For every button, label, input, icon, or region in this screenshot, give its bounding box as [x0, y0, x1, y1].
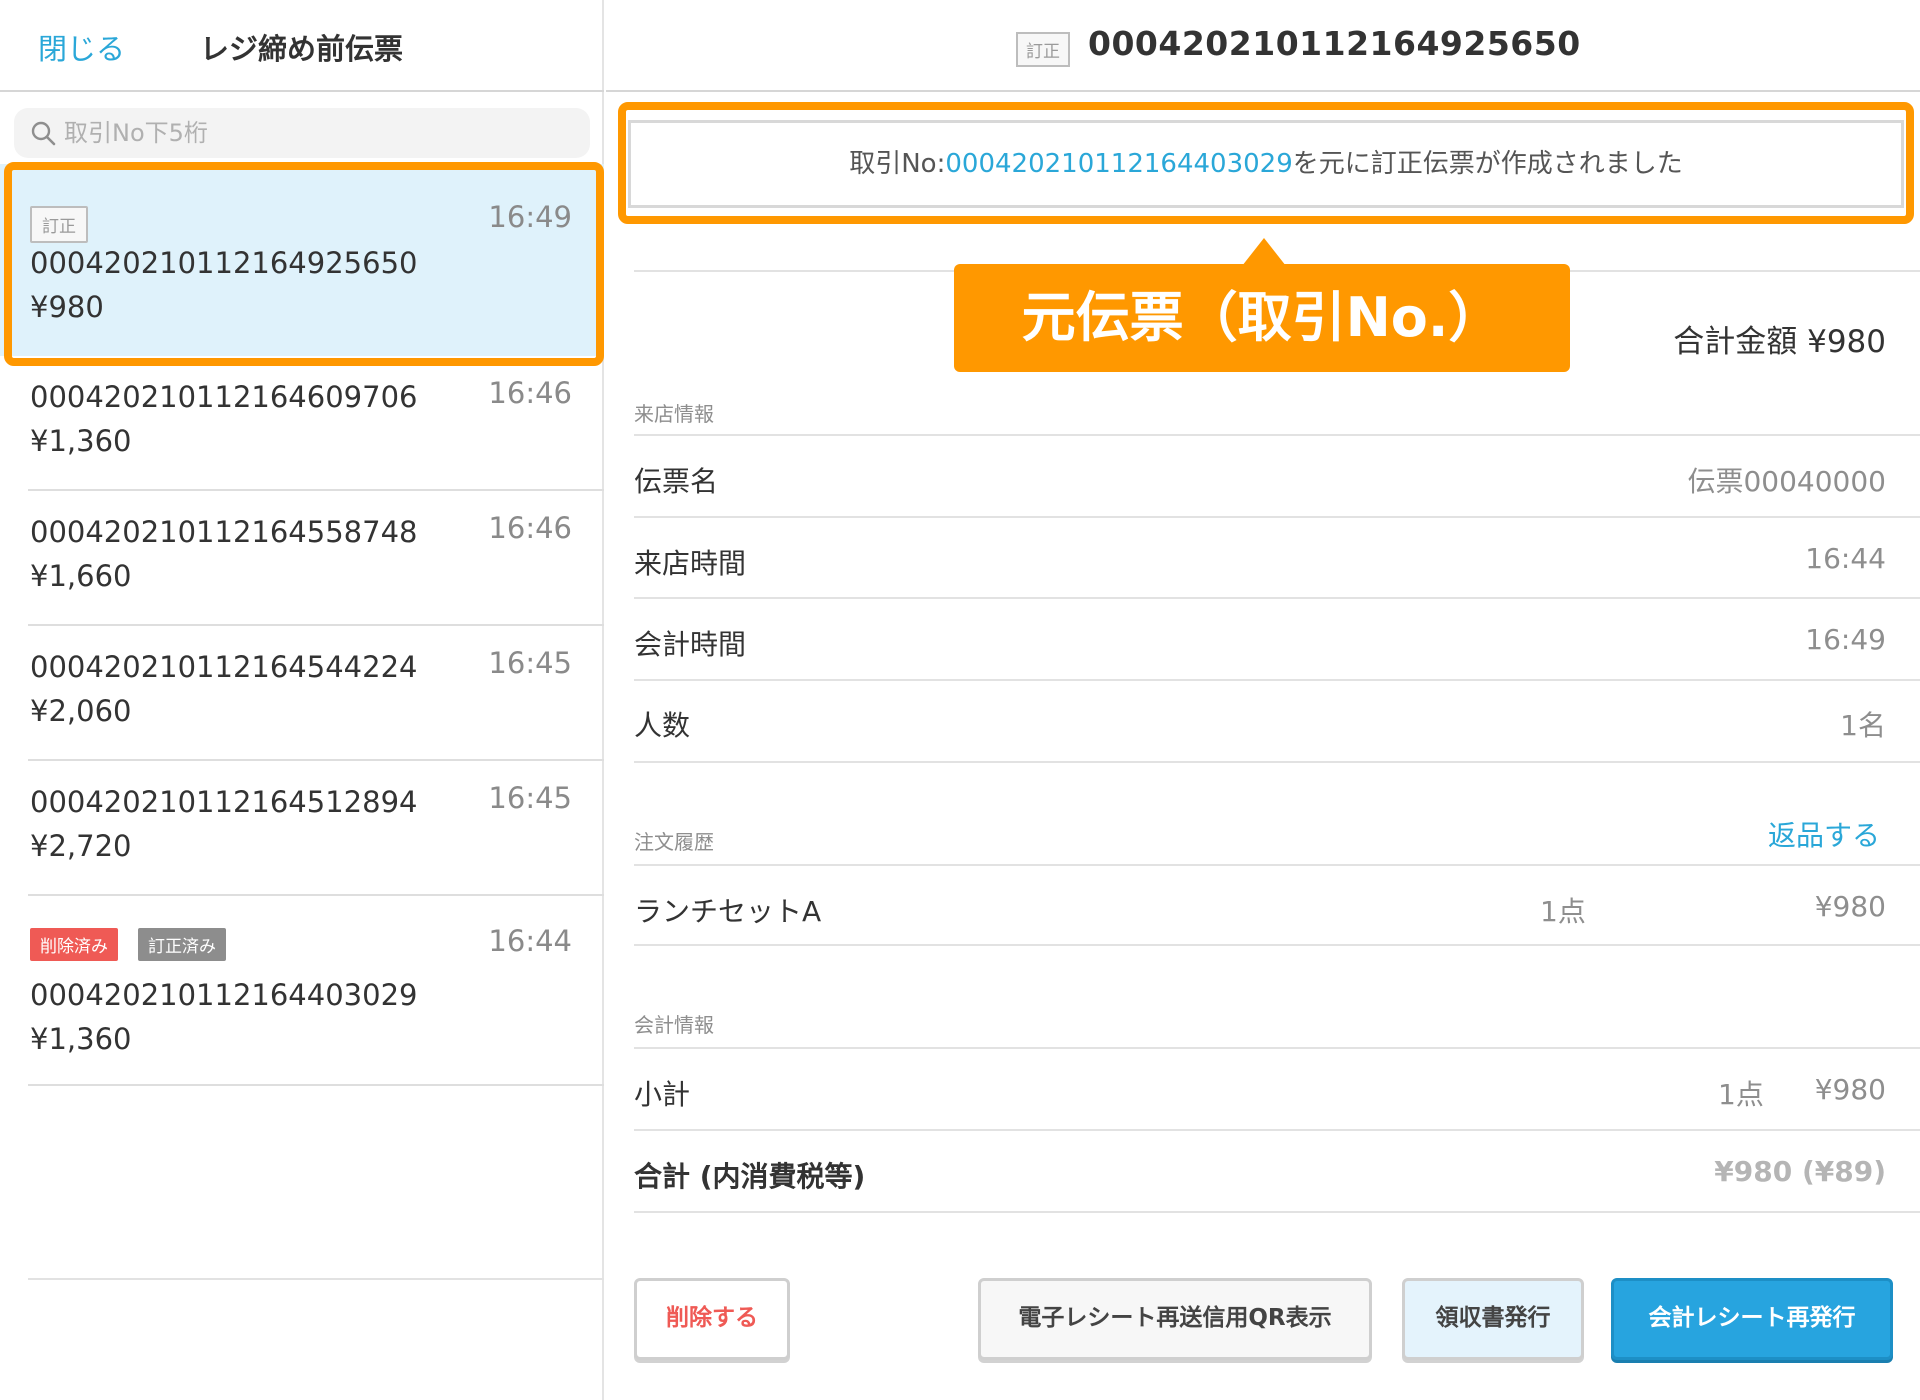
divider: [634, 1211, 1920, 1213]
transaction-time: 16:44: [488, 924, 572, 958]
search-box: [14, 108, 590, 158]
delete-button[interactable]: 削除する: [634, 1278, 790, 1360]
slip-name-value: 伝票00040000: [1687, 465, 1886, 498]
transaction-title: 000420210112164925650: [1088, 24, 1581, 63]
transaction-number: 000420210112164558748: [30, 515, 418, 549]
transaction-row[interactable]: 16:45 000420210112164512894 ¥2,720: [28, 761, 604, 896]
transaction-detail-pane: 訂正 000420210112164925650 取引No:0004202101…: [606, 0, 1920, 1400]
subtotal-label: 小計: [634, 1078, 691, 1111]
divider: [634, 597, 1920, 599]
transaction-row-selected[interactable]: 訂正 16:49 000420210112164925650 ¥980: [0, 164, 604, 356]
transaction-amount: ¥1,360: [30, 424, 132, 458]
divider: [634, 761, 1920, 763]
total-amount: 合計金額 ¥980: [1673, 324, 1886, 360]
order-item-price: ¥980: [1814, 890, 1886, 923]
callout-arrow: [1242, 238, 1286, 266]
guest-count-label: 人数: [634, 709, 691, 742]
right-header: 訂正 000420210112164925650: [606, 0, 1920, 92]
transaction-time: 16:46: [488, 376, 572, 410]
order-history-section-label: 注文履歴: [634, 830, 714, 854]
transaction-row[interactable]: 削除済み 訂正済み 16:44 000420210112164403029 ¥1…: [28, 896, 604, 1086]
visit-time-value: 16:44: [1805, 542, 1886, 575]
left-header: 閉じる レジ締め前伝票: [0, 0, 604, 92]
corrected-tag: 訂正済み: [138, 928, 226, 961]
transaction-row[interactable]: 16:46 000420210112164558748 ¥1,660: [28, 491, 604, 626]
payment-info-section-label: 会計情報: [634, 1013, 714, 1037]
divider: [28, 1278, 604, 1280]
slip-name-label: 伝票名: [634, 465, 719, 498]
total-tax-value: ¥980 (¥89): [1714, 1155, 1886, 1188]
notice-prefix: 取引No:: [849, 149, 946, 179]
visit-info-section-label: 来店情報: [634, 402, 714, 426]
correction-notice: 取引No:000420210112164403029を元に訂正伝票が作成されまし…: [628, 120, 1904, 208]
transaction-list-pane: 閉じる レジ締め前伝票 訂正 16:49 0004202101121649256…: [0, 0, 604, 1400]
transaction-time: 16:45: [488, 646, 572, 680]
issue-receipt-button[interactable]: 領収書発行: [1402, 1278, 1584, 1360]
original-transaction-link[interactable]: 000420210112164403029: [945, 149, 1292, 179]
transaction-number: 000420210112164512894: [30, 785, 418, 819]
transaction-number: 000420210112164609706: [30, 380, 418, 414]
transaction-number: 000420210112164544224: [30, 650, 418, 684]
divider: [634, 864, 1920, 866]
deleted-tag: 削除済み: [30, 928, 118, 961]
transaction-amount: ¥1,660: [30, 559, 132, 593]
visit-time-label: 来店時間: [634, 547, 747, 580]
checkout-time-label: 会計時間: [634, 628, 747, 661]
divider: [634, 679, 1920, 681]
search-input[interactable]: [64, 108, 574, 158]
transaction-number: 000420210112164403029: [30, 978, 418, 1012]
transaction-row[interactable]: 16:45 000420210112164544224 ¥2,060: [28, 626, 604, 761]
close-button[interactable]: 閉じる: [38, 26, 125, 68]
transaction-time: 16:49: [488, 200, 572, 234]
search-icon: [31, 121, 56, 146]
total-tax-label: 合計 (内消費税等): [634, 1160, 866, 1193]
transaction-amount: ¥980: [30, 290, 104, 324]
order-item-name: ランチセットA: [634, 895, 822, 928]
divider: [634, 944, 1920, 946]
transaction-time: 16:45: [488, 781, 572, 815]
subtotal-qty: 1点: [1718, 1078, 1764, 1111]
transaction-amount: ¥2,060: [30, 694, 132, 728]
reissue-receipt-button[interactable]: 会計レシート再発行: [1611, 1278, 1893, 1360]
original-slip-callout: 元伝票（取引No.）: [954, 264, 1570, 372]
transaction-amount: ¥2,720: [30, 829, 132, 863]
divider: [634, 1129, 1920, 1131]
transaction-amount: ¥1,360: [30, 1022, 132, 1056]
divider: [634, 516, 1920, 518]
return-button[interactable]: 返品する: [1768, 814, 1880, 854]
subtotal-value: ¥980: [1814, 1073, 1886, 1106]
order-item-qty: 1点: [1540, 895, 1586, 928]
notice-suffix: を元に訂正伝票が作成されました: [1292, 149, 1683, 179]
divider: [634, 434, 1920, 436]
correction-tag: 訂正: [1016, 32, 1070, 67]
left-title: レジ締め前伝票: [200, 32, 404, 66]
transaction-row[interactable]: 16:46 000420210112164609706 ¥1,360: [28, 356, 604, 491]
show-qr-button[interactable]: 電子レシート再送信用QR表示: [978, 1278, 1372, 1360]
transaction-number: 000420210112164925650: [30, 246, 418, 280]
correction-tag: 訂正: [30, 206, 88, 243]
checkout-time-value: 16:49: [1805, 623, 1886, 656]
transaction-time: 16:46: [488, 511, 572, 545]
transaction-list: 訂正 16:49 000420210112164925650 ¥980 16:4…: [0, 164, 604, 1086]
guest-count-value: 1名: [1840, 709, 1886, 742]
divider: [634, 1047, 1920, 1049]
